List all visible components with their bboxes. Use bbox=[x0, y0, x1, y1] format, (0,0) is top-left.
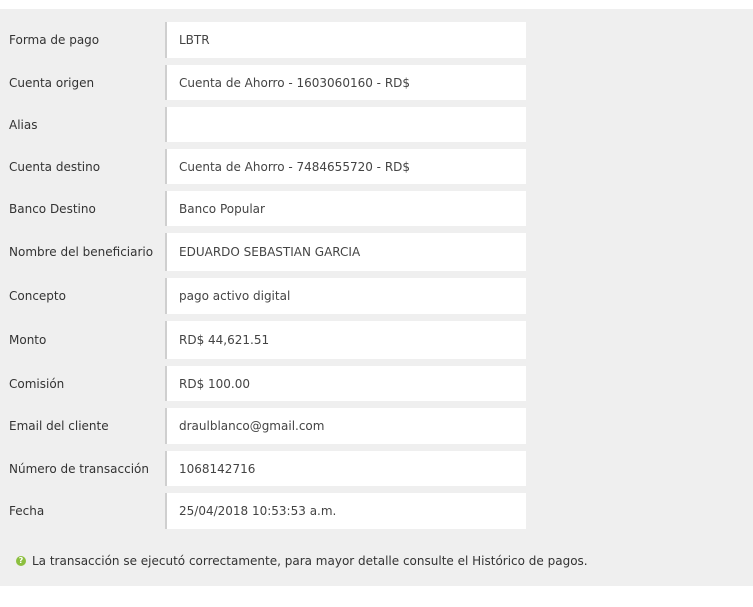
field-value: draulblanco@gmail.com bbox=[165, 408, 526, 444]
field-label: Cuenta origen bbox=[9, 75, 95, 90]
field-label: Monto bbox=[9, 333, 47, 347]
field-value: 1068142716 bbox=[165, 451, 526, 486]
field-label: Número de transacción bbox=[9, 461, 149, 476]
field-label: Alias bbox=[9, 117, 38, 132]
field-row-monto: Monto RD$ 44,621.51 bbox=[0, 321, 753, 359]
field-value: Cuenta de Ahorro - 7484655720 - RD$ bbox=[165, 149, 526, 184]
field-value: Cuenta de Ahorro - 1603060160 - RD$ bbox=[165, 65, 526, 100]
field-row-fecha: Fecha 25/04/2018 10:53:53 a.m. bbox=[0, 493, 753, 529]
field-label: Forma de pago bbox=[9, 33, 100, 47]
field-value: EDUARDO SEBASTIAN GARCIA bbox=[165, 233, 526, 271]
field-row-email-cliente: Email del cliente draulblanco@gmail.com bbox=[0, 408, 753, 444]
field-value: Banco Popular bbox=[165, 191, 526, 226]
field-row-cuenta-origen: Cuenta origen Cuenta de Ahorro - 1603060… bbox=[0, 65, 753, 100]
field-row-numero-transaccion: Número de transacción 1068142716 bbox=[0, 451, 753, 486]
field-label: Nombre del beneficiario bbox=[9, 245, 154, 259]
field-row-cuenta-destino: Cuenta destino Cuenta de Ahorro - 748465… bbox=[0, 149, 753, 184]
field-value bbox=[165, 107, 526, 142]
field-value: RD$ 44,621.51 bbox=[165, 321, 526, 359]
field-row-comision: Comisión RD$ 100.00 bbox=[0, 366, 753, 401]
success-message: ? La transacción se ejecutó correctament… bbox=[16, 554, 588, 568]
field-value: pago activo digital bbox=[165, 278, 526, 314]
field-label: Banco Destino bbox=[9, 201, 96, 216]
help-icon: ? bbox=[16, 556, 26, 566]
field-value: RD$ 100.00 bbox=[165, 366, 526, 401]
field-label: Cuenta destino bbox=[9, 159, 101, 174]
field-label: Fecha bbox=[9, 504, 45, 518]
field-value: LBTR bbox=[165, 22, 526, 58]
success-message-text: La transacción se ejecutó correctamente,… bbox=[32, 554, 588, 568]
field-row-alias: Alias bbox=[0, 107, 753, 142]
field-row-concepto: Concepto pago activo digital bbox=[0, 278, 753, 314]
field-label: Comisión bbox=[9, 376, 65, 391]
field-row-nombre-beneficiario: Nombre del beneficiario EDUARDO SEBASTIA… bbox=[0, 233, 753, 271]
field-row-forma-de-pago: Forma de pago LBTR bbox=[0, 22, 753, 58]
field-label: Email del cliente bbox=[9, 419, 109, 433]
field-value: 25/04/2018 10:53:53 a.m. bbox=[165, 493, 526, 529]
transaction-summary-panel: Forma de pago LBTR Cuenta origen Cuenta … bbox=[0, 9, 753, 586]
field-row-banco-destino: Banco Destino Banco Popular bbox=[0, 191, 753, 226]
field-label: Concepto bbox=[9, 289, 66, 303]
